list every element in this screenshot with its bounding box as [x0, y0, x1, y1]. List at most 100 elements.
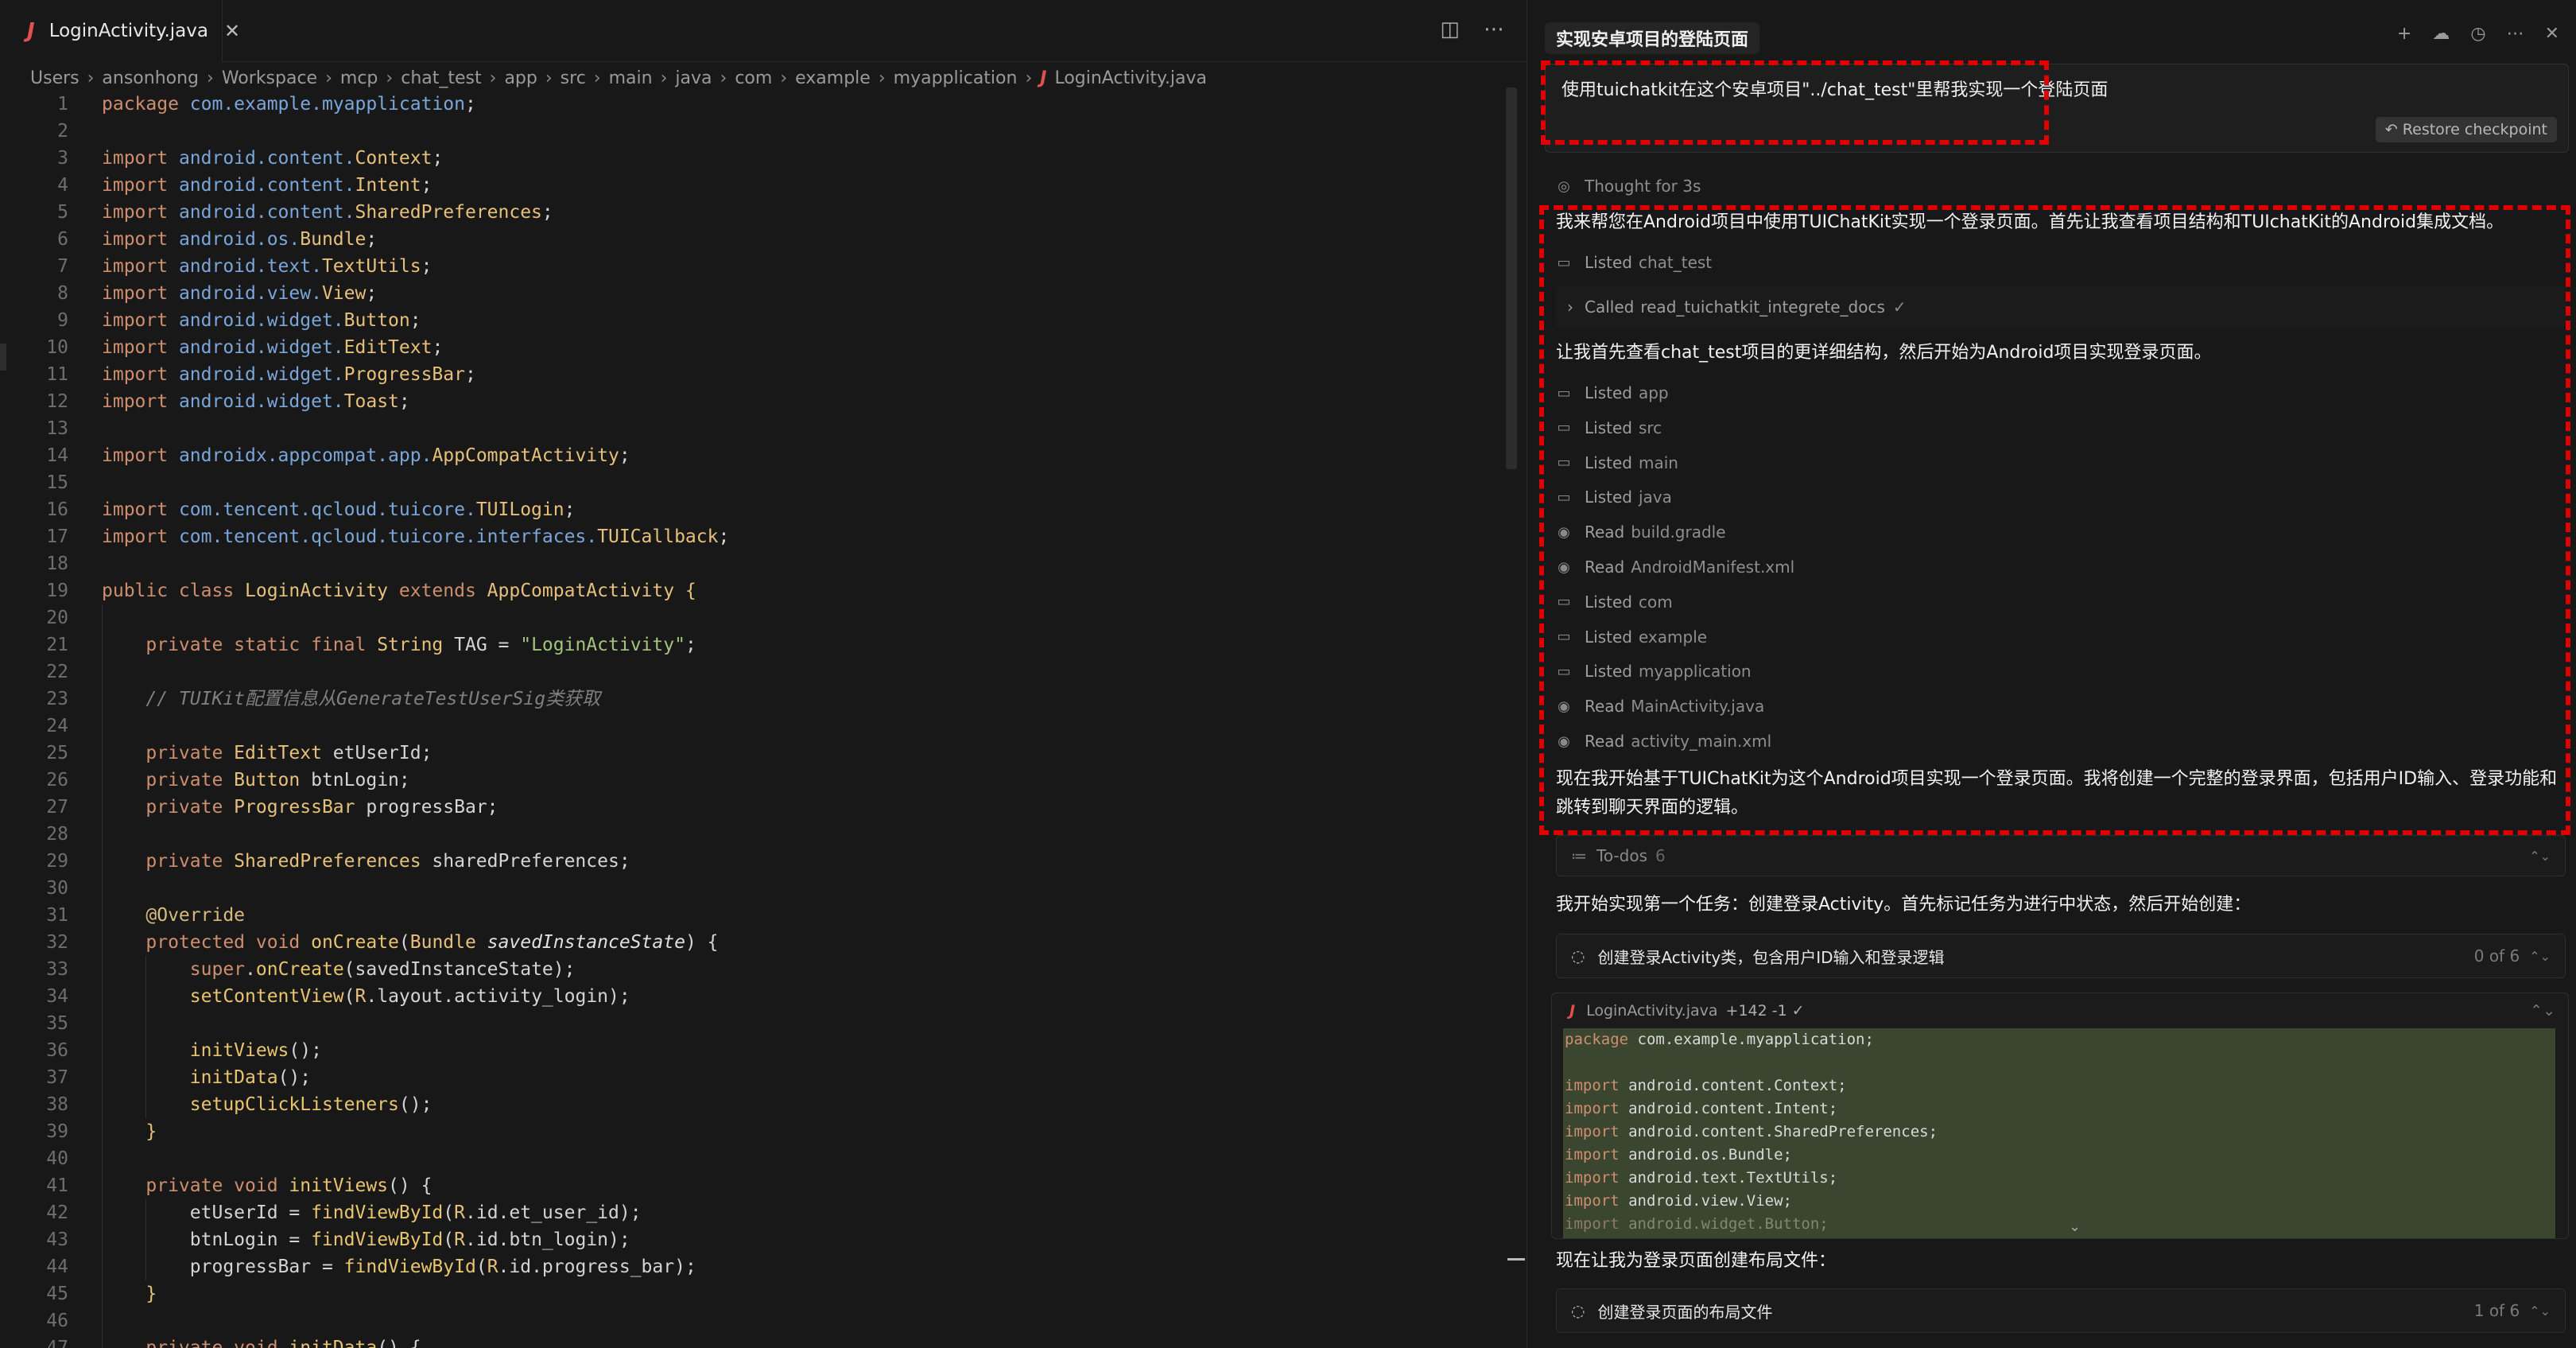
code-line[interactable]: 41 private void initViews() { [0, 1172, 1511, 1199]
line-number: 23 [46, 689, 68, 709]
code-token: R [454, 1230, 465, 1250]
code-line[interactable]: 43 btnLogin = findViewById(R.id.btn_logi… [0, 1226, 1511, 1253]
breadcrumb-segment[interactable]: Workspace [222, 68, 317, 88]
chat-title-tab[interactable]: 实现安卓项目的登陆页面 [1545, 22, 1760, 54]
task-item-1[interactable]: ◌ 创建登录Activity类，包含用户ID输入和登录逻辑 0 of 6 ⌃⌄ [1556, 934, 2566, 978]
breadcrumb-file[interactable]: LoginActivity.java [1054, 68, 1207, 88]
code-line[interactable]: 5 import android.content.SharedPreference… [0, 199, 1511, 226]
code-text: progressBar = findViewById(R.id.progress… [68, 1253, 696, 1280]
thought-row[interactable]: ◎ Thought for 3s [1556, 173, 1701, 200]
code-line[interactable]: 8 import android.view.View; [0, 280, 1511, 307]
code-line[interactable]: 22 [0, 658, 1511, 686]
code-line[interactable]: 7 import android.text.TextUtils; [0, 253, 1511, 280]
line-number: 13 [46, 418, 68, 439]
more-icon[interactable]: ⋯ [1484, 17, 1504, 41]
code-line[interactable]: 23 // TUIKit配置信息从GenerateTestUserSig类获取 [0, 686, 1511, 713]
code-line[interactable]: 36 initViews(); [0, 1037, 1511, 1064]
code-token: R [355, 986, 367, 1007]
code-line[interactable]: 24 [0, 713, 1511, 740]
breadcrumb-segment[interactable]: example [795, 68, 871, 88]
code-line[interactable]: 21 private static final String TAG = "Lo… [0, 631, 1511, 658]
code-line[interactable]: 10 import android.widget.EditText; [0, 334, 1511, 361]
more-icon[interactable]: ⋯ [2507, 24, 2524, 44]
close-icon[interactable]: ✕ [224, 20, 240, 42]
code-line[interactable]: 37 initData(); [0, 1064, 1511, 1091]
code-token: Bundle [300, 229, 367, 250]
code-line[interactable]: 38 setupClickListeners(); [0, 1091, 1511, 1118]
code-line[interactable]: 30 [0, 875, 1511, 902]
breadcrumb-segment[interactable]: Users [30, 68, 80, 88]
breadcrumb-segment[interactable]: ansonhong [102, 68, 199, 88]
scroll-position-marker [1507, 1258, 1525, 1261]
code-line[interactable]: 18 [0, 550, 1511, 577]
file-diff-card[interactable]: J LoginActivity.java +142 -1 ✓ ⌃⌄ packag… [1551, 993, 2569, 1239]
breadcrumb-segment[interactable]: main [609, 68, 653, 88]
code-line[interactable]: 25 private EditText etUserId; [0, 740, 1511, 767]
editor-scrollbar[interactable] [1506, 87, 1517, 469]
code-token: ) { [685, 932, 719, 953]
code-line[interactable]: 3 import android.content.Context; [0, 145, 1511, 172]
indent-guide [145, 1253, 146, 1280]
code-line[interactable]: 39 } [0, 1118, 1511, 1145]
code-line[interactable]: 31 @Override [0, 902, 1511, 929]
code-line[interactable]: 46 [0, 1307, 1511, 1334]
breadcrumb-segment[interactable]: src [561, 68, 586, 88]
breadcrumb-segment[interactable]: myapplication [894, 68, 1018, 88]
toggle-icon[interactable]: ⌃⌄ [2529, 849, 2551, 864]
breadcrumb-segment[interactable]: java [675, 68, 712, 88]
diff-header[interactable]: J LoginActivity.java +142 -1 ✓ ⌃⌄ [1552, 993, 2568, 1028]
code-line[interactable]: 34 setContentView(R.layout.activity_logi… [0, 983, 1511, 1010]
breadcrumb-segment[interactable]: com [735, 68, 772, 88]
todos-panel[interactable]: ≔ To-dos 6 ⌃⌄ [1556, 835, 2566, 876]
code-line[interactable]: 42 etUserId = findViewById(R.id.et_user_… [0, 1199, 1511, 1226]
code-line[interactable]: 45 } [0, 1280, 1511, 1307]
code-line[interactable]: 20 [0, 604, 1511, 631]
code-line[interactable]: 13 [0, 415, 1511, 442]
toggle-icon[interactable]: ⌃⌄ [2529, 1303, 2551, 1319]
breadcrumb-segment[interactable]: chat_test [401, 68, 481, 88]
close-icon[interactable]: ✕ [2545, 24, 2559, 44]
breadcrumb-segment[interactable]: mcp [340, 68, 378, 88]
code-token: ; [685, 635, 696, 655]
code-line[interactable]: 12 import android.widget.Toast; [0, 388, 1511, 415]
code-line[interactable]: 17 import com.tencent.qcloud.tuicore.inte… [0, 523, 1511, 550]
cloud-icon[interactable]: ☁ [2432, 24, 2450, 44]
code-token: .id.btn_login); [465, 1230, 630, 1250]
code-line[interactable]: 29 private SharedPreferences sharedPrefe… [0, 848, 1511, 875]
code-line[interactable]: 27 private ProgressBar progressBar; [0, 794, 1511, 821]
code-line[interactable]: 32 protected void onCreate(Bundle savedI… [0, 929, 1511, 956]
indent-guide [145, 1037, 146, 1064]
history-icon[interactable]: ◷ [2470, 24, 2485, 44]
code-line[interactable]: 33 super.onCreate(savedInstanceState); [0, 956, 1511, 983]
code-editor[interactable]: J LoginActivity.java ✕ ◫ ⋯ Users › ansonho… [0, 0, 1527, 1348]
code-line[interactable]: 19 public class LoginActivity extends App… [0, 577, 1511, 604]
code-line[interactable]: 28 [0, 821, 1511, 848]
code-line[interactable]: 15 [0, 469, 1511, 496]
breadcrumb-segment[interactable]: app [504, 68, 537, 88]
new-chat-icon[interactable]: + [2397, 24, 2411, 44]
toggle-icon[interactable]: ⌃⌄ [2530, 1002, 2555, 1020]
expand-icon[interactable]: ⌄ [2069, 1218, 2081, 1235]
restore-checkpoint-button[interactable]: ↶ Restore checkpoint [2375, 117, 2557, 142]
tab-login-activity[interactable]: J LoginActivity.java ✕ [0, 0, 240, 62]
code-line[interactable]: 40 [0, 1145, 1511, 1172]
code-line[interactable]: 44 progressBar = findViewById(R.id.progr… [0, 1253, 1511, 1280]
code-line[interactable]: 6 import android.os.Bundle; [0, 226, 1511, 253]
code-line[interactable]: 11 import android.widget.ProgressBar; [0, 361, 1511, 388]
indent-guide [102, 740, 103, 767]
code-line[interactable]: 47 private void initData() { [0, 1334, 1511, 1348]
code-line[interactable]: 1 package com.example.myapplication; [0, 91, 1511, 118]
code-line[interactable]: 35 [0, 1010, 1511, 1037]
code-token: setupClickListeners [189, 1094, 399, 1115]
code-line[interactable]: 4 import android.content.Intent; [0, 172, 1511, 199]
code-line[interactable]: 9 import android.widget.Button; [0, 307, 1511, 334]
code-line[interactable]: 26 private Button btnLogin; [0, 767, 1511, 794]
code-line[interactable]: 16 import com.tencent.qcloud.tuicore.TUIL… [0, 496, 1511, 523]
code-line[interactable]: 14 import androidx.appcompat.app.AppCompa… [0, 442, 1511, 469]
toggle-icon[interactable]: ⌃⌄ [2529, 949, 2551, 964]
code-area[interactable]: 1 package com.example.myapplication; 2 3 im… [0, 91, 1511, 1348]
task-item-2[interactable]: ◌ 创建登录页面的布局文件 1 of 6 ⌃⌄ [1556, 1288, 2566, 1333]
code-line[interactable]: 2 [0, 118, 1511, 145]
split-editor-icon[interactable]: ◫ [1440, 17, 1460, 41]
